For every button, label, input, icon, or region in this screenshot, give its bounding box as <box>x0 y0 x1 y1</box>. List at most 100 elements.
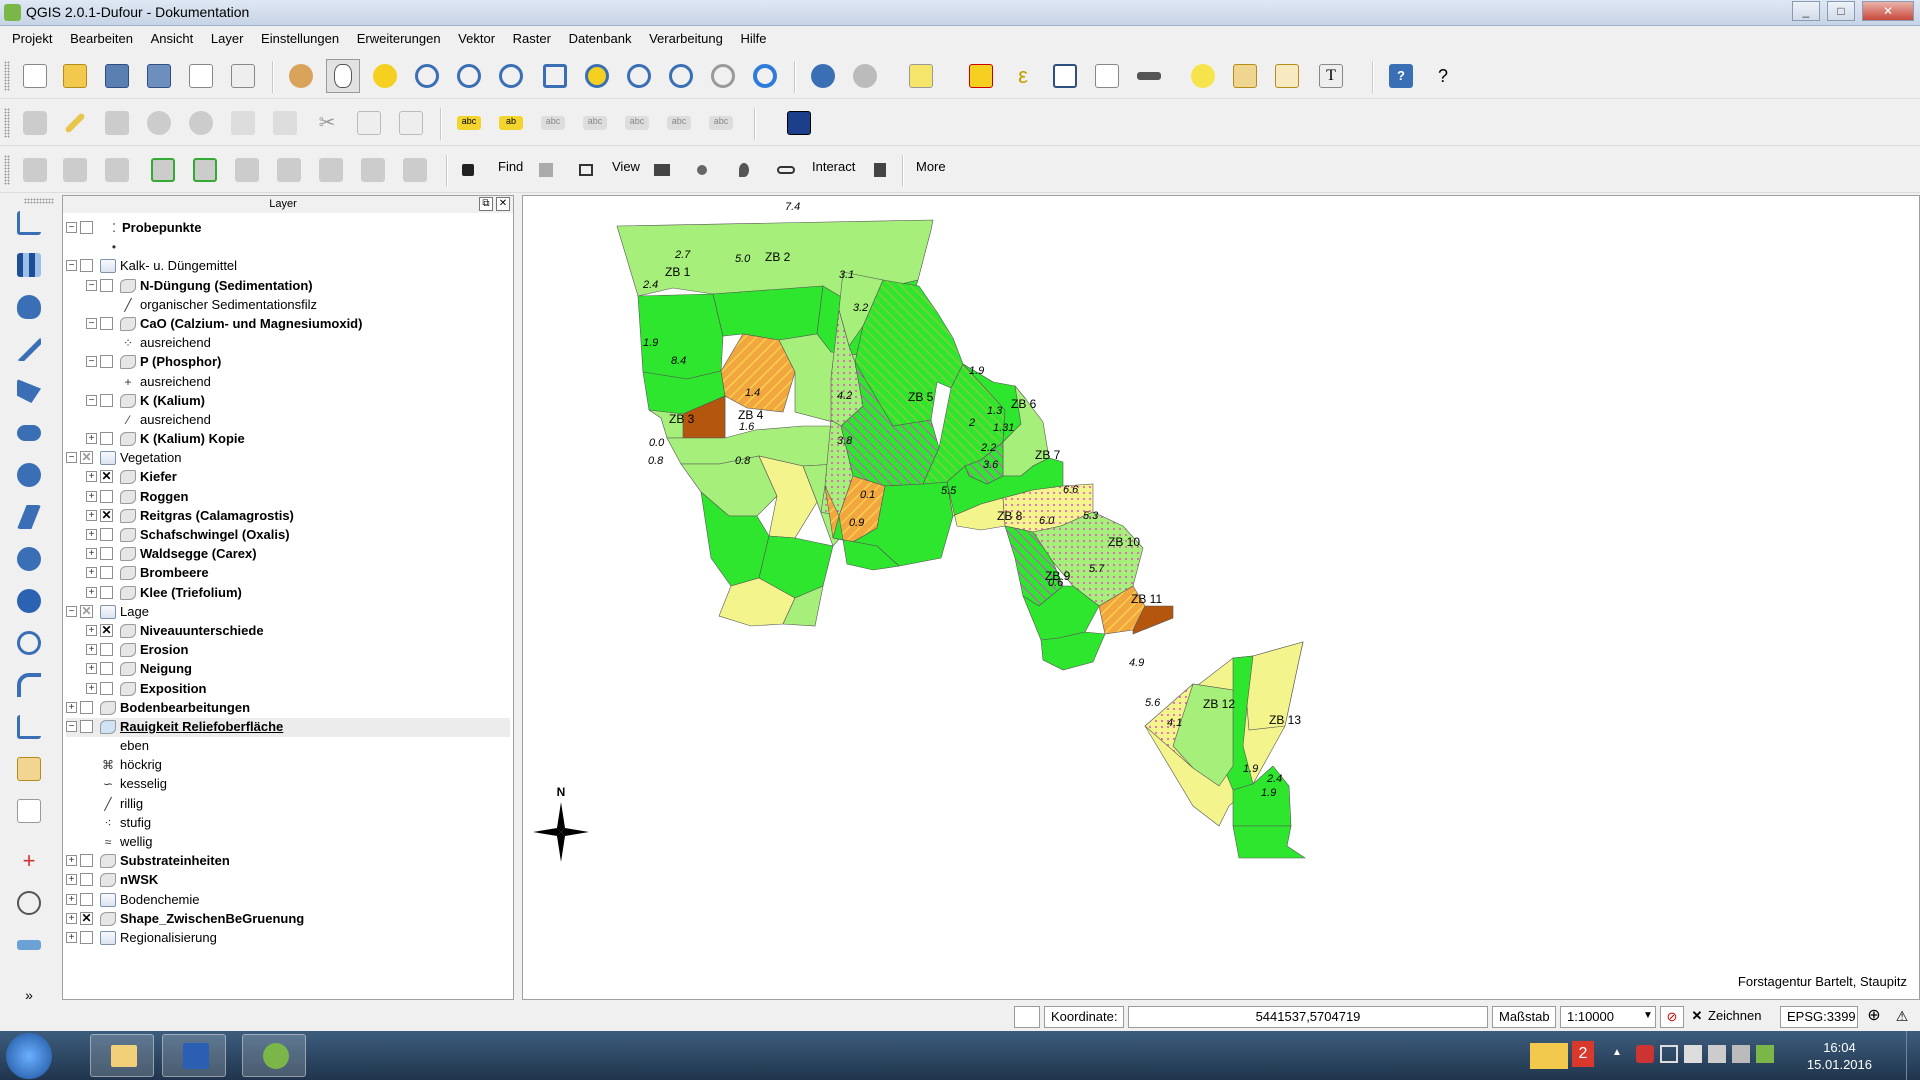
epsg-button[interactable]: EPSG:3399 <box>1780 1006 1858 1028</box>
battery-tray-icon[interactable] <box>1756 1045 1774 1063</box>
mail-icon[interactable] <box>1530 1043 1568 1069</box>
find-search-icon[interactable] <box>532 153 560 187</box>
menu-vektor[interactable]: Vektor <box>451 27 502 46</box>
layer-visibility-checkbox[interactable] <box>100 432 113 446</box>
new-spatialite-icon[interactable] <box>12 752 46 786</box>
delete-selected-icon[interactable] <box>268 106 302 140</box>
layer-tree-row[interactable]: ≈ wellig <box>66 833 510 852</box>
layer-visibility-checkbox[interactable]: ✕ <box>100 470 113 484</box>
expand-toggle-icon[interactable]: + <box>66 855 77 867</box>
layer-visibility-checkbox[interactable] <box>100 316 113 330</box>
collapse-toggle-icon[interactable]: − <box>86 279 97 291</box>
zoom-to-selection-icon[interactable] <box>580 59 614 93</box>
crs-globe-icon[interactable]: ⊕ <box>1862 1006 1886 1028</box>
touch-zoom-icon[interactable] <box>284 59 318 93</box>
cut-features-icon[interactable]: ✂ <box>310 106 344 140</box>
layer-tree-row[interactable]: ⁖ stufig <box>66 814 510 833</box>
composer-manager-icon[interactable] <box>226 59 260 93</box>
add-mssql-layer-icon[interactable] <box>12 374 46 408</box>
layer-tree-row[interactable]: ⁘ ausreichend <box>66 334 510 353</box>
expand-toggle-icon[interactable]: + <box>86 471 97 483</box>
layer-tree-row[interactable]: − ✕ Vegetation <box>66 449 510 468</box>
expand-toggle-icon[interactable]: + <box>86 624 97 636</box>
layer-visibility-checkbox[interactable] <box>100 566 113 580</box>
layer-visibility-checkbox[interactable] <box>100 355 113 369</box>
layer-tree-row[interactable]: ⁄ ausreichend <box>66 411 510 430</box>
flag-tray-icon[interactable] <box>1684 1045 1702 1063</box>
close-button[interactable]: ✕ <box>1862 1 1914 21</box>
layer-visibility-checkbox[interactable]: ✕ <box>80 604 93 618</box>
map-canvas[interactable]: ZB 1 ZB 2 ZB 3 ZB 4 ZB 5 ZB 6 ZB 7 ZB 8 ZB 9 ZB 1… <box>522 195 1920 1000</box>
layer-visibility-checkbox[interactable] <box>80 700 93 714</box>
layer-tree-row[interactable]: eben <box>66 737 510 756</box>
help-contents-icon[interactable]: ? <box>1384 59 1418 93</box>
toolbar-grip[interactable] <box>4 155 10 185</box>
copy-features-icon[interactable] <box>352 106 386 140</box>
expand-toggle-icon[interactable]: + <box>66 701 77 713</box>
find-label[interactable]: Find <box>498 159 523 174</box>
statistics-icon[interactable] <box>1090 59 1124 93</box>
node-tool-icon[interactable] <box>226 106 260 140</box>
new-project-icon[interactable] <box>18 59 52 93</box>
add-wms-layer-icon[interactable] <box>100 153 134 187</box>
add-wms-layer-icon[interactable] <box>12 458 46 492</box>
menu-raster[interactable]: Raster <box>506 27 558 46</box>
layer-labeling-icon[interactable]: ab <box>494 106 528 140</box>
layer-tree-row[interactable]: − P (Phosphor) <box>66 353 510 372</box>
layer-tree-row[interactable]: + nWSK <box>66 871 510 890</box>
menu-verarbeitung[interactable]: Verarbeitung <box>642 27 730 46</box>
new-shapefile-icon[interactable] <box>12 710 46 744</box>
zoom-to-layer-icon[interactable] <box>622 59 656 93</box>
maximize-button[interactable]: □ <box>1827 1 1855 21</box>
zoom-native-icon[interactable] <box>494 59 528 93</box>
globe-plugin-icon[interactable] <box>782 106 816 140</box>
layer-tree-row[interactable]: • <box>66 238 510 257</box>
start-button-icon[interactable] <box>6 1033 52 1079</box>
layer-visibility-checkbox[interactable]: ✕ <box>100 623 113 637</box>
layer-tree-row[interactable]: − N-Düngung (Sedimentation) <box>66 277 510 296</box>
layer-tree-row[interactable]: + K (Kalium) Kopie <box>66 430 510 449</box>
add-wfs-layer-icon[interactable] <box>12 542 46 576</box>
network-tray-icon[interactable] <box>1732 1045 1750 1063</box>
layer-tree-row[interactable]: + Klee (Triefolium) <box>66 584 510 603</box>
layer-visibility-checkbox[interactable] <box>80 221 93 234</box>
layer-tree-row[interactable]: + ✕ Shape_ZwischenBeGruenung <box>66 910 510 929</box>
new-print-composer-icon[interactable] <box>184 59 218 93</box>
layer-tree-row[interactable]: + Brombeere <box>66 564 510 583</box>
layer-tree-row[interactable]: − ✕ Lage <box>66 603 510 622</box>
layer-visibility-checkbox[interactable]: ✕ <box>100 508 113 522</box>
pan-map-icon[interactable] <box>326 59 360 93</box>
sun-icon[interactable] <box>688 153 716 187</box>
print-icon[interactable] <box>648 153 676 187</box>
zoom-in-icon[interactable] <box>410 59 444 93</box>
menu-bearbeiten[interactable]: Bearbeiten <box>63 27 140 46</box>
layer-visibility-checkbox[interactable] <box>80 259 93 273</box>
layer-tree-row[interactable]: − Rauigkeit Reliefoberfläche <box>66 717 510 738</box>
toolbar-grip[interactable] <box>4 61 10 91</box>
label-toolbar-icon[interactable]: abc <box>452 106 486 140</box>
layer-visibility-checkbox[interactable] <box>100 547 113 561</box>
pan-to-selection-icon[interactable] <box>368 59 402 93</box>
layer-visibility-checkbox[interactable] <box>80 892 93 906</box>
export-icon[interactable] <box>866 153 894 187</box>
coordinate-field[interactable]: 5441537,5704719 <box>1128 1006 1488 1028</box>
expand-toggle-icon[interactable]: + <box>86 682 97 694</box>
add-vector-layer-icon[interactable] <box>12 206 46 240</box>
layer-visibility-checkbox[interactable] <box>80 719 93 733</box>
layer-visibility-checkbox[interactable] <box>100 662 113 676</box>
layer-visibility-checkbox[interactable] <box>100 528 113 541</box>
layer-tree-row[interactable]: ∽ kesselig <box>66 775 510 794</box>
add-wcs-icon[interactable] <box>314 153 348 187</box>
layer-visibility-checkbox[interactable] <box>100 489 113 503</box>
layer-tree-row[interactable]: + Exposition <box>66 680 510 699</box>
windows-tray-icon[interactable] <box>1660 1045 1678 1063</box>
layer-tree-row[interactable]: + Erosion <box>66 641 510 660</box>
collapse-toggle-icon[interactable]: − <box>86 317 97 329</box>
link-icon[interactable] <box>772 153 800 187</box>
expand-toggle-icon[interactable]: + <box>86 509 97 521</box>
add-globe-layer-icon[interactable] <box>12 584 46 618</box>
pin-labels-icon[interactable]: abc <box>536 106 570 140</box>
collapse-toggle-icon[interactable]: − <box>86 356 97 368</box>
add-wfs-icon[interactable] <box>272 153 306 187</box>
new-bookmark-icon[interactable] <box>1228 59 1262 93</box>
